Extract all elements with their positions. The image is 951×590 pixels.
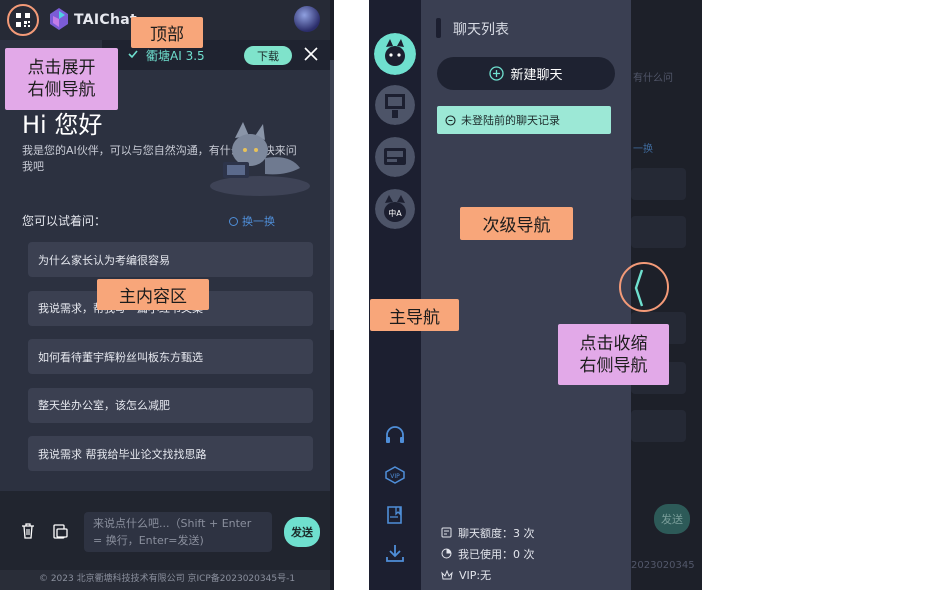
suggestion-item[interactable]: 整天坐办公室，该怎么减肥 — [28, 387, 313, 423]
send-button[interactable]: 发送 — [284, 517, 320, 547]
behind-send-button: 发送 — [654, 504, 690, 534]
nav-mascot-avatar[interactable] — [374, 33, 416, 75]
chat-history-item[interactable]: 未登陆前的聊天记录 — [437, 106, 611, 134]
behind-text: 有什么问 — [633, 73, 673, 84]
pie-icon — [441, 548, 452, 559]
refresh-suggestions-button[interactable]: 换一换 — [229, 213, 275, 229]
stat-vip-row: VIP:无 — [441, 564, 535, 585]
check-icon — [128, 50, 138, 59]
trash-icon[interactable] — [21, 523, 35, 539]
save-chat-icon[interactable] — [52, 523, 68, 539]
suggestion-item[interactable]: 为什么家长认为考编很容易 — [28, 242, 313, 277]
vip-icon[interactable]: VIP — [384, 466, 406, 484]
brand-logo-icon — [50, 8, 68, 30]
refresh-icon — [229, 216, 238, 226]
annotation-main-content: 主内容区 — [97, 279, 209, 310]
chat-list-title-bar — [436, 18, 441, 38]
behind-text: 一换 — [633, 144, 653, 155]
new-chat-label: 新建聊天 — [510, 68, 563, 83]
new-chat-button[interactable]: 新建聊天 — [437, 57, 615, 90]
annotation-expand-line1: 点击展开 — [27, 58, 96, 78]
stat-used: 我已使用：0 次 — [458, 547, 535, 561]
behind-text: 2023020345 — [631, 560, 695, 571]
annotation-main-nav: 主导航 — [370, 299, 459, 331]
chat-bubble-icon — [445, 114, 456, 126]
headset-icon[interactable] — [384, 426, 406, 446]
suggestion-item[interactable]: 如何看待董宇辉粉丝叫板东方甄选 — [28, 339, 313, 374]
scrollbar-thumb[interactable] — [330, 60, 334, 330]
plus-circle-icon — [489, 66, 505, 81]
nav-teacher-avatar[interactable] — [375, 85, 415, 125]
screenshot-stage: TAIChat 衢塘AI 3.5 下载 Hi 您好 我是您的AI伙伴，可以与您自… — [0, 0, 951, 590]
chat-history-label: 未登陆前的聊天记录 — [461, 114, 560, 127]
download-button[interactable]: 下载 — [244, 46, 292, 65]
quota-icon — [441, 527, 452, 538]
chat-input[interactable]: 来说点什么吧...（Shift + Enter = 换行，Enter=发送) — [84, 512, 272, 552]
annotation-collapse-line2: 右侧导航 — [579, 355, 648, 376]
download-icon[interactable] — [384, 543, 406, 563]
stat-quota: 聊天额度：3 次 — [458, 526, 535, 540]
behind-block — [631, 168, 686, 200]
usage-stats: 聊天额度：3 次 我已使用：0 次 VIP:无 — [441, 522, 535, 585]
suggestion-item[interactable]: 我说需求 帮我给毕业论文找找思路 — [28, 436, 313, 471]
brand-name: TAIChat — [74, 12, 137, 28]
user-avatar[interactable] — [294, 6, 320, 32]
bookmark-book-icon[interactable] — [384, 505, 406, 525]
annotation-collapse-nav: 点击收缩 右侧导航 — [558, 324, 669, 385]
behind-block — [631, 410, 686, 442]
model-name[interactable]: 衢塘AI 3.5 — [146, 47, 205, 64]
suggestions-label: 您可以试着问： — [22, 214, 107, 228]
expand-nav-button[interactable] — [7, 4, 39, 36]
behind-block — [631, 216, 686, 248]
chat-list-title: 聊天列表 — [453, 22, 509, 38]
refresh-label: 换一换 — [242, 215, 275, 228]
crown-icon — [441, 569, 453, 579]
stat-quota-row: 聊天额度：3 次 — [441, 522, 535, 543]
footer-copyright: © 2023 北京衢塘科技技术有限公司 京ICP备2023020345号-1 — [0, 570, 334, 590]
svg-text:VIP: VIP — [390, 473, 400, 480]
annotation-expand-nav: 点击展开 右侧导航 — [5, 48, 118, 110]
greeting-heading: Hi 您好 — [22, 111, 103, 139]
collapse-handle-icon[interactable] — [630, 268, 646, 308]
annotation-collapse-line1: 点击收缩 — [579, 333, 648, 354]
annotation-top: 顶部 — [131, 17, 203, 48]
annotation-expand-line2: 右侧导航 — [27, 80, 96, 100]
stat-vip: VIP:无 — [459, 568, 492, 582]
mascot-illustration — [210, 122, 310, 196]
annotation-secondary-nav: 次级导航 — [460, 207, 573, 240]
nav-gallery-avatar[interactable] — [375, 137, 415, 177]
svg-text:中A: 中A — [388, 208, 402, 218]
nav-chinese-avatar[interactable]: 中A — [375, 189, 415, 229]
stat-used-row: 我已使用：0 次 — [441, 543, 535, 564]
close-icon[interactable] — [304, 47, 318, 61]
grid-menu-icon — [16, 13, 30, 27]
